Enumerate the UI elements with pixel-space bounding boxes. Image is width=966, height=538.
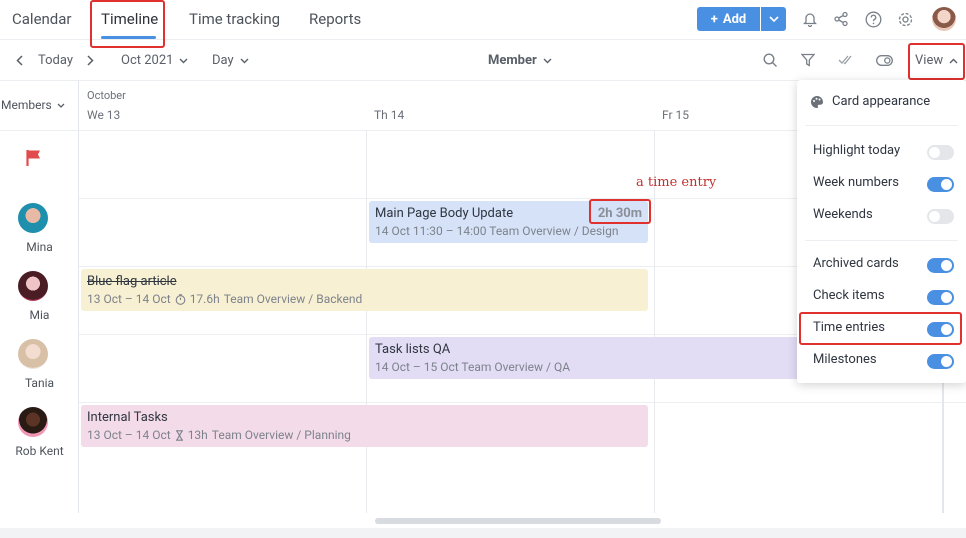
- stopwatch-icon: [175, 293, 186, 305]
- chevron-down-icon: [179, 58, 188, 63]
- card-hours: 17.6h: [189, 292, 220, 306]
- member-name: Rob Kent: [15, 444, 64, 458]
- day-divider: [366, 130, 367, 513]
- double-check-icon[interactable]: [837, 51, 855, 69]
- card-dates: 13 Oct – 14 Oct: [87, 292, 171, 306]
- card-subtitle: 13 Oct – 14 Oct 13h Team Overview / Plan…: [87, 428, 642, 442]
- avatar: [18, 271, 48, 301]
- card-title: Blue flag article: [87, 274, 177, 289]
- divider: [805, 125, 958, 126]
- card-path: Team Overview / Planning: [211, 428, 351, 442]
- bell-icon[interactable]: [801, 10, 819, 28]
- chevron-down-icon: [240, 58, 249, 63]
- flag-icon: [26, 150, 40, 166]
- toggle-highlight-today[interactable]: [927, 145, 954, 160]
- row-divider: [79, 402, 966, 403]
- toggle-milestones[interactable]: [927, 354, 954, 369]
- divider: [805, 240, 958, 241]
- toggle-archived-cards[interactable]: [927, 258, 954, 273]
- card-blue-flag-article[interactable]: Blue flag article 13 Oct – 14 Oct 17.6h …: [81, 269, 648, 311]
- toggle-week-numbers[interactable]: [927, 177, 954, 192]
- members-label: Members: [1, 98, 52, 112]
- month-label: Oct 2021: [121, 53, 174, 68]
- toggle-check-items[interactable]: [927, 290, 954, 305]
- group-selector[interactable]: Member: [488, 53, 552, 68]
- option-highlight-today: Highlight today: [813, 143, 901, 158]
- toggle-view-icon[interactable]: [875, 51, 893, 69]
- gear-icon[interactable]: [896, 10, 914, 28]
- option-week-numbers: Week numbers: [813, 175, 899, 190]
- month-header: October: [87, 89, 126, 102]
- day-header: We 13: [87, 108, 121, 122]
- highlight-box-view: [908, 43, 965, 80]
- card-subtitle: 13 Oct – 14 Oct 17.6h Team Overview / Ba…: [87, 292, 642, 306]
- user-avatar[interactable]: [932, 7, 956, 31]
- members-column: Members Mina Mia Tania Rob Kent: [0, 81, 79, 513]
- option-milestones: Milestones: [813, 352, 877, 367]
- annotation-time-entry: a time entry: [636, 175, 717, 190]
- add-button[interactable]: + Add: [697, 7, 760, 31]
- card-appearance-item[interactable]: Card appearance: [810, 94, 930, 109]
- highlight-box-time-entries: [799, 312, 962, 345]
- add-button-label: Add: [722, 11, 747, 27]
- day-header: Th 14: [374, 108, 405, 122]
- card-title: Internal Tasks: [87, 410, 168, 425]
- horizontal-scrollbar[interactable]: [375, 518, 661, 524]
- palette-icon: [811, 95, 823, 108]
- card-subtitle: 14 Oct 11:30 – 14:00 Team Overview / Des…: [375, 224, 619, 238]
- month-selector[interactable]: Oct 2021: [121, 53, 188, 68]
- plus-icon: +: [710, 11, 718, 27]
- avatar: [18, 407, 48, 437]
- card-dates: 13 Oct – 14 Oct: [87, 428, 171, 442]
- filter-icon[interactable]: [799, 51, 817, 69]
- chevron-down-icon: [768, 16, 779, 22]
- avatar: [18, 339, 48, 369]
- chevron-down-icon: [543, 58, 552, 63]
- tab-calendar[interactable]: Calendar: [12, 10, 72, 28]
- scale-selector[interactable]: Day: [212, 53, 249, 68]
- card-subtitle: 14 Oct – 15 Oct Team Overview / QA: [375, 360, 571, 374]
- bottom-strip: [0, 528, 966, 538]
- member-name: Tania: [24, 376, 55, 390]
- toggle-weekends[interactable]: [927, 209, 954, 224]
- member-name: Mina: [26, 240, 53, 254]
- tab-reports[interactable]: Reports: [309, 10, 361, 28]
- hourglass-icon: [175, 429, 183, 441]
- toolbar: Today Oct 2021 Day Member View: [0, 40, 966, 81]
- prev-icon[interactable]: [10, 51, 28, 69]
- members-header[interactable]: Members: [1, 98, 65, 112]
- option-archived-cards: Archived cards: [813, 256, 899, 271]
- group-label: Member: [488, 53, 537, 68]
- scale-label: Day: [212, 53, 234, 68]
- tab-time-tracking[interactable]: Time tracking: [189, 10, 280, 28]
- card-hours: 13h: [187, 428, 208, 442]
- add-menu-caret[interactable]: [761, 7, 786, 31]
- next-icon[interactable]: [81, 51, 99, 69]
- help-icon[interactable]: [864, 10, 882, 28]
- day-header: Fr 15: [662, 108, 690, 122]
- card-task-lists-qa[interactable]: Task lists QA 14 Oct – 15 Oct Team Overv…: [369, 337, 809, 379]
- card-path: Team Overview / Backend: [223, 292, 363, 306]
- option-check-items: Check items: [813, 288, 885, 303]
- today-button[interactable]: Today: [38, 53, 73, 68]
- share-icon[interactable]: [832, 10, 850, 28]
- top-navigation: Calendar Timeline Time tracking Reports …: [0, 0, 966, 48]
- member-name: Mia: [29, 308, 50, 322]
- search-icon[interactable]: [761, 51, 779, 69]
- divider: [0, 130, 79, 131]
- card-appearance-label: Card appearance: [832, 94, 931, 109]
- avatar: [18, 203, 48, 233]
- highlight-box-time-entry: [589, 199, 651, 224]
- option-weekends: Weekends: [813, 207, 873, 222]
- card-title: Task lists QA: [375, 342, 451, 357]
- card-internal-tasks[interactable]: Internal Tasks 13 Oct – 14 Oct 13h Team …: [81, 405, 648, 447]
- chevron-down-icon: [57, 103, 65, 108]
